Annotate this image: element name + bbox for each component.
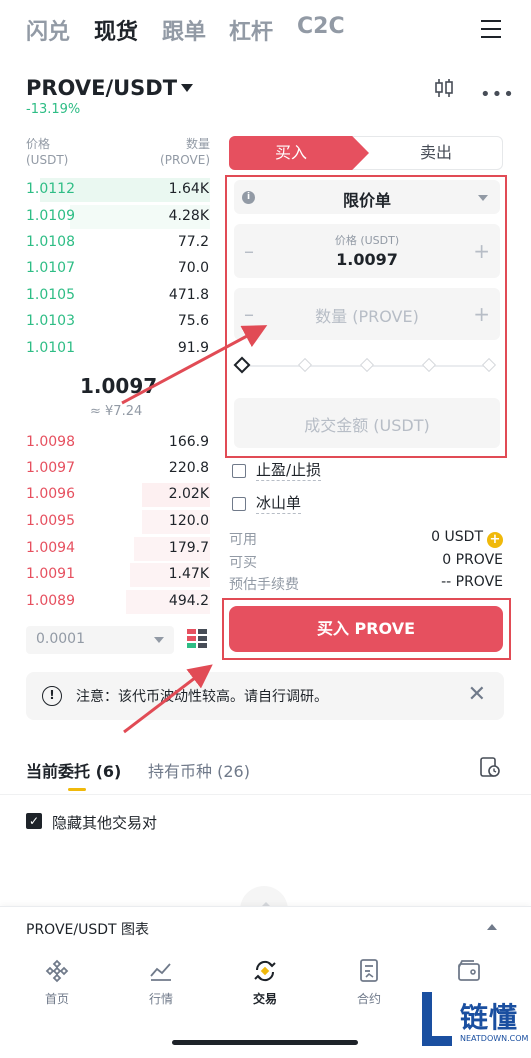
nav-trade[interactable]: 交易 (230, 958, 300, 1007)
orderbook-row[interactable]: 1.0094 179.7 (0, 536, 222, 562)
trade-icon (254, 960, 276, 982)
orderbook-row[interactable]: 1.0101 91.9 (0, 336, 222, 362)
nav-markets[interactable]: 行情 (126, 958, 196, 1007)
iceberg-label[interactable]: 冰山单 (256, 493, 302, 514)
orderbook-layout-icon[interactable] (186, 628, 208, 650)
hamburger-icon[interactable] (481, 20, 501, 38)
tp-sl-checkbox[interactable] (232, 464, 246, 478)
orderbook-row[interactable]: 1.0112 1.64K (0, 177, 222, 203)
price-change: -13.19% (26, 102, 81, 117)
order-type-select[interactable]: i 限价单 (234, 180, 500, 214)
orderbook-row[interactable]: 1.0091 1.47K (0, 562, 222, 588)
amount-slider[interactable] (233, 356, 497, 375)
tab-indicator (68, 788, 86, 791)
nav-home[interactable]: 首页 (22, 958, 92, 1007)
home-icon (45, 959, 69, 983)
price-increment-button[interactable]: + (473, 239, 490, 263)
chevron-down-icon (478, 195, 488, 201)
available-row: 可用 0 USDT + (229, 529, 503, 549)
precision-select[interactable]: 0.0001 (26, 626, 174, 654)
more-icon[interactable]: ••• (480, 84, 515, 105)
orderbook-row[interactable]: 1.0095 120.0 (0, 509, 222, 535)
orderbook-row[interactable]: 1.0089 494.2 (0, 589, 222, 615)
orderbook-price-header: 价格 (USDT) (26, 137, 69, 167)
last-price-fiat: ≈ ¥7.24 (90, 404, 143, 419)
risk-notice: ! 注意：该代币波动性较高。请自行调研。 ✕ (26, 672, 504, 720)
chevron-down-icon[interactable] (181, 84, 193, 92)
orderbook-row[interactable]: 1.0109 4.28K (0, 204, 222, 230)
orderbook-row[interactable]: 1.0097 220.8 (0, 456, 222, 482)
orderbook-row[interactable]: 1.0107 70.0 (0, 256, 222, 282)
tab-margin[interactable]: 杠杆 (229, 14, 273, 46)
pair-symbol[interactable]: PROVE/USDT (26, 76, 177, 100)
markets-icon (150, 963, 171, 981)
futures-icon (360, 959, 378, 982)
price-input[interactable]: – 价格 (USDT) 1.0097 + (234, 224, 500, 278)
tab-open-orders[interactable]: 当前委托 (6) (26, 758, 121, 782)
last-price: 1.0097 (80, 374, 158, 398)
order-history-icon[interactable] (480, 756, 500, 778)
tab-holdings[interactable]: 持有币种 (26) (148, 758, 250, 782)
tab-copy-trading[interactable]: 跟单 (162, 14, 206, 46)
wallet-icon (458, 960, 480, 981)
chevron-up-icon (487, 924, 497, 930)
quantity-increment-button[interactable]: + (473, 302, 490, 326)
iceberg-checkbox[interactable] (232, 497, 246, 511)
top-nav: 闪兑 现货 跟单 杠杆 C2C (0, 0, 531, 58)
chevron-down-icon (154, 637, 164, 643)
orderbook-qty-header: 数量 (PROVE) (160, 137, 210, 167)
can-buy-row: 可买 0 PROVE (229, 552, 503, 571)
buy-submit-button[interactable]: 买入 PROVE (229, 606, 503, 652)
buy-tab[interactable]: 买入 (229, 136, 369, 170)
side-tabs: 卖出 买入 (229, 136, 503, 170)
orderbook-row[interactable]: 1.0108 77.2 (0, 230, 222, 256)
slider-handle[interactable] (233, 356, 251, 374)
orderbook-row[interactable]: 1.0105 471.8 (0, 283, 222, 309)
nav-futures[interactable]: 合约 (334, 958, 404, 1007)
quantity-input[interactable]: – 数量 (PROVE) + (234, 288, 500, 340)
tab-c2c[interactable]: C2C (297, 14, 345, 39)
tp-sl-label[interactable]: 止盈/止损 (256, 460, 322, 481)
total-input[interactable]: 成交金额 (USDT) (234, 398, 500, 448)
orderbook-row[interactable]: 1.0103 75.6 (0, 309, 222, 335)
deposit-plus-icon[interactable]: + (487, 532, 503, 548)
orderbook-row[interactable]: 1.0096 2.02K (0, 482, 222, 508)
hide-other-pairs-checkbox[interactable]: ✓ (26, 813, 42, 829)
orderbook-row[interactable]: 1.0098 166.9 (0, 430, 222, 456)
candlestick-icon[interactable] (433, 78, 455, 98)
tab-spot[interactable]: 现货 (94, 14, 138, 46)
tab-flash-swap[interactable]: 闪兑 (26, 14, 70, 46)
site-watermark: 链懂 NEATDOWN.COM (420, 990, 528, 1052)
divider (0, 794, 531, 795)
warning-icon: ! (42, 686, 62, 706)
close-icon[interactable]: ✕ (468, 682, 486, 707)
fee-row: 预估手续费 -- PROVE (229, 574, 503, 593)
logo-l-icon (422, 992, 452, 1046)
home-indicator (172, 1040, 358, 1045)
chart-toggle-bar[interactable]: PROVE/USDT 图表 (0, 906, 531, 948)
hide-other-pairs-label[interactable]: 隐藏其他交易对 (52, 812, 157, 833)
